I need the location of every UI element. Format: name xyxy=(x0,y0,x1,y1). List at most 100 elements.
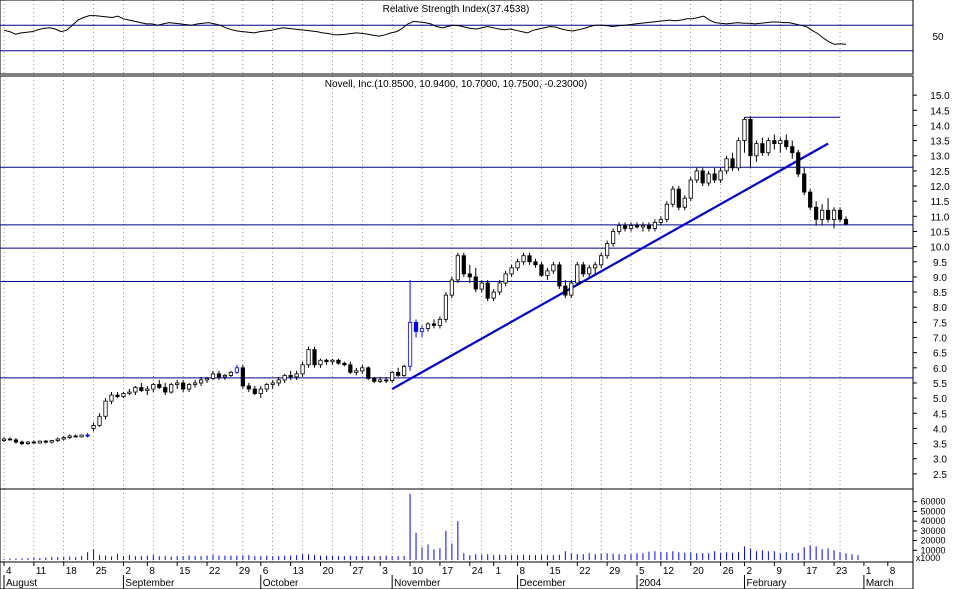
price-frame xyxy=(0,75,914,490)
volume-tick-label: 50000 xyxy=(920,506,945,516)
date-day-label: 20 xyxy=(693,566,705,577)
date-day-label: 11 xyxy=(36,566,47,577)
price-tick-label: 5.5 xyxy=(933,379,947,390)
candle-body xyxy=(419,328,425,332)
candle-body xyxy=(306,349,311,366)
candle-body xyxy=(324,359,329,363)
candle-body xyxy=(587,267,592,275)
candle-body xyxy=(742,118,747,141)
date-day-label: 13 xyxy=(293,566,305,577)
candle-body xyxy=(342,362,347,366)
candle-body xyxy=(760,143,765,154)
candle-body xyxy=(634,225,640,228)
candle-body xyxy=(652,221,658,229)
date-month-label: March xyxy=(866,578,894,589)
candle-body xyxy=(390,371,395,381)
candle-body xyxy=(222,374,228,378)
candle-body xyxy=(384,379,389,382)
price-tick-label: 4.0 xyxy=(933,424,947,435)
candle-body xyxy=(204,378,210,381)
candle-body xyxy=(288,374,293,378)
stock-chart: Relative Strength Index(37.4538) 50 Nove… xyxy=(0,0,950,589)
date-day-label: 22 xyxy=(209,566,221,577)
candle-body xyxy=(515,261,520,269)
date-day-label: 18 xyxy=(66,566,78,577)
candle-body xyxy=(354,370,359,373)
date-day-label: 3 xyxy=(382,566,388,577)
candle-body xyxy=(234,367,239,373)
candle-body xyxy=(240,367,245,387)
candle-body xyxy=(843,218,849,225)
date-day-label: 8 xyxy=(149,566,155,577)
candle-body xyxy=(431,323,437,326)
candle-body xyxy=(772,140,777,145)
candle-body xyxy=(569,282,574,296)
date-axis: 4 11 18 25 2 8 15 22 29 6 13 20 27 3 10 17 24 1 8 15 22 29 5 12… xyxy=(0,561,914,589)
candle-body xyxy=(491,291,496,299)
candle-body xyxy=(700,170,705,184)
candle-body xyxy=(103,400,108,417)
date-day-label: 27 xyxy=(352,566,364,577)
candle-body xyxy=(145,388,150,391)
candle-body xyxy=(318,359,323,366)
candle-body xyxy=(348,364,353,373)
candle-body xyxy=(294,373,299,378)
date-day-label: 2 xyxy=(125,566,131,577)
date-day-label: 2 xyxy=(746,566,752,577)
date-day-label: 12 xyxy=(663,566,675,577)
date-day-label: 29 xyxy=(609,566,621,577)
candle-body xyxy=(330,359,335,363)
date-day-label: 22 xyxy=(579,566,591,577)
date-day-label: 15 xyxy=(549,566,561,577)
candle-body xyxy=(808,191,813,208)
candle-body xyxy=(670,188,675,205)
date-day-label: 15 xyxy=(179,566,191,577)
candle-body xyxy=(622,225,628,229)
candle-body xyxy=(712,173,717,181)
candle-body xyxy=(121,393,126,397)
candle-body xyxy=(300,364,305,375)
volume-tick-label: 60000 xyxy=(920,497,945,507)
candle-body xyxy=(413,321,419,332)
candle-body xyxy=(192,382,198,385)
candle-body xyxy=(730,158,735,169)
price-tick-label: 11.0 xyxy=(931,212,950,223)
price-tick-label: 12.0 xyxy=(930,182,950,193)
candle-body xyxy=(694,170,699,181)
candle-body xyxy=(258,388,263,394)
volume-tick-label: 30000 xyxy=(920,526,945,536)
candle-body xyxy=(252,388,257,394)
price-tick-label: 12.5 xyxy=(930,167,950,178)
candle-body xyxy=(282,374,287,381)
candle-body xyxy=(533,261,538,266)
candle-body xyxy=(49,440,54,443)
candle-body xyxy=(766,140,771,154)
date-month-label: August xyxy=(6,578,37,589)
candle-body xyxy=(557,264,562,287)
date-day-label: 26 xyxy=(723,566,735,577)
candle-body xyxy=(706,173,711,184)
candle-body xyxy=(216,373,222,378)
candle-body xyxy=(31,441,36,444)
candle-body xyxy=(175,382,180,385)
date-day-label: 1 xyxy=(866,566,872,577)
candle-body xyxy=(796,152,801,175)
rsi-title: Relative Strength Index(37.4538) xyxy=(383,4,530,15)
candle-body xyxy=(127,391,132,394)
candle-body xyxy=(455,255,460,281)
price-tick-label: 3.0 xyxy=(933,455,947,466)
date-month-label: November xyxy=(394,578,441,589)
candle-body xyxy=(43,440,48,443)
candle-body xyxy=(485,282,490,299)
volume-frame xyxy=(0,488,914,563)
volume-panel: 600005000040000300002000010000x1000 xyxy=(0,488,946,563)
rsi-line xyxy=(3,15,847,45)
candle-body xyxy=(55,438,60,441)
candle-body xyxy=(754,143,759,157)
rsi-panel: Relative Strength Index(37.4538) 50 xyxy=(0,0,944,75)
price-tick-label: 6.5 xyxy=(933,349,947,360)
volume-tick-label: 40000 xyxy=(920,516,945,526)
candle-body xyxy=(539,264,544,276)
price-tick-label: 2.5 xyxy=(933,470,947,481)
candle-body xyxy=(396,371,401,376)
